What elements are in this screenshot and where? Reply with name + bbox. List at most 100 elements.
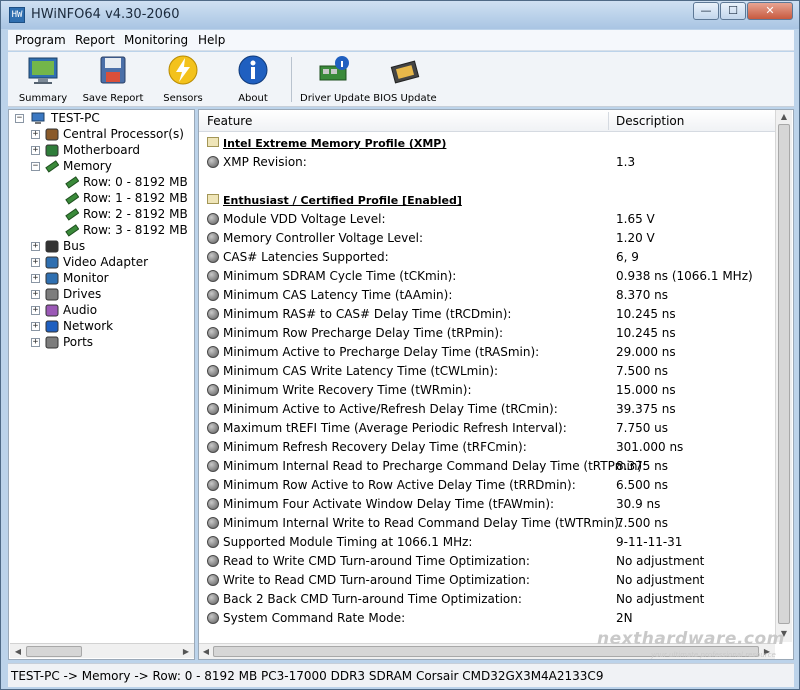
description-column-header[interactable]: Description	[616, 114, 684, 128]
table-row[interactable]: Minimum Refresh Recovery Delay Time (tRF…	[199, 438, 775, 457]
bullet-icon	[207, 498, 219, 510]
section-header-row[interactable]: Intel Extreme Memory Profile (XMP)	[199, 134, 775, 153]
bios-update-button[interactable]: BIOS Update	[372, 54, 438, 106]
table-row[interactable]: Minimum Internal Write to Read Command D…	[199, 514, 775, 533]
menu-bar: Program Report Monitoring Help	[8, 30, 794, 51]
feature-cell: Minimum Internal Read to Precharge Comma…	[223, 459, 647, 473]
bus-icon	[45, 240, 59, 253]
table-row[interactable]: Minimum RAS# to CAS# Delay Time (tRCDmin…	[199, 305, 775, 324]
description-cell: 29.000 ns	[616, 345, 676, 359]
description-cell: 0.938 ns (1066.1 MHz)	[616, 269, 753, 283]
bullet-icon	[207, 574, 219, 586]
table-row[interactable]: Memory Controller Voltage Level: 1.20 V	[199, 229, 775, 248]
tree-item-label: Row: 1 - 8192 MB	[83, 191, 188, 205]
table-row[interactable]: Supported Module Timing at 1066.1 MHz: 9-…	[199, 533, 775, 552]
driver-update-button[interactable]: Driver Update	[300, 54, 370, 106]
expand-icon[interactable]: +	[31, 274, 40, 283]
menu-help[interactable]: Help	[198, 33, 225, 47]
scroll-left-icon[interactable]: ◀	[12, 646, 24, 657]
bullet-icon	[207, 289, 219, 301]
maximize-button[interactable]: ☐	[720, 2, 746, 20]
device-tree[interactable]: − TEST-PC + Central Processor(s) + Motherbo…	[8, 109, 195, 660]
description-cell: 30.9 ns	[616, 497, 661, 511]
feature-table[interactable]: Feature Description Intel Extreme Memory…	[198, 109, 794, 660]
display-icon	[45, 272, 59, 285]
table-row[interactable]: Maximum tREFI Time (Average Periodic Ref…	[199, 419, 775, 438]
summary-button[interactable]: Summary	[14, 54, 72, 106]
table-row[interactable]: XMP Revision: 1.3	[199, 153, 775, 172]
collapse-icon[interactable]: −	[15, 114, 24, 123]
expand-icon[interactable]: +	[31, 306, 40, 315]
feature-cell: Intel Extreme Memory Profile (XMP)	[223, 137, 447, 150]
bullet-icon	[207, 384, 219, 396]
save-report-label: Save Report	[82, 93, 144, 104]
expand-icon[interactable]: +	[31, 146, 40, 155]
drives-icon	[45, 288, 59, 301]
table-vertical-scrollbar[interactable]: ▲ ▼	[775, 110, 792, 642]
tree-item-label: Ports	[63, 335, 94, 349]
bullet-icon	[207, 460, 219, 472]
tree-horizontal-scrollbar[interactable]: ◀ ▶	[10, 643, 194, 658]
table-row[interactable]: CAS# Latencies Supported: 6, 9	[199, 248, 775, 267]
feature-column-header[interactable]: Feature	[207, 114, 252, 128]
hwinfo-app-icon: HW	[9, 7, 25, 23]
memory-module-icon	[65, 208, 79, 221]
table-row[interactable]: Minimum Active to Active/Refresh Delay T…	[199, 400, 775, 419]
table-row[interactable]: Module VDD Voltage Level: 1.65 V	[199, 210, 775, 229]
tree-item-label: Network	[63, 319, 114, 333]
scroll-right-icon[interactable]: ▶	[180, 646, 192, 657]
feature-cell: Minimum Row Active to Row Active Delay T…	[223, 478, 576, 492]
save-report-button[interactable]: Save Report	[82, 54, 144, 106]
bullet-icon	[207, 555, 219, 567]
table-row[interactable]: Minimum CAS Write Latency Time (tCWLmin)…	[199, 362, 775, 381]
minimize-button[interactable]: —	[693, 2, 719, 20]
expand-icon[interactable]: +	[31, 130, 40, 139]
expand-icon[interactable]: +	[31, 322, 40, 331]
collapse-icon[interactable]: −	[31, 162, 40, 171]
description-cell: No adjustment	[616, 592, 705, 606]
table-row[interactable]: Minimum SDRAM Cycle Time (tCKmin): 0.938 …	[199, 267, 775, 286]
scroll-up-icon[interactable]: ▲	[778, 111, 790, 123]
feature-cell: Write to Read CMD Turn-around Time Optim…	[223, 573, 530, 587]
expand-icon[interactable]: +	[31, 242, 40, 251]
table-row[interactable]: Minimum Internal Read to Precharge Comma…	[199, 457, 775, 476]
table-row[interactable]	[199, 172, 775, 191]
table-row[interactable]: Minimum Row Precharge Delay Time (tRPmin…	[199, 324, 775, 343]
table-row[interactable]: Minimum Four Activate Window Delay Time …	[199, 495, 775, 514]
description-cell: 7.500 ns	[616, 364, 669, 378]
menu-monitoring[interactable]: Monitoring	[124, 33, 188, 47]
scroll-left-icon[interactable]: ◀	[200, 646, 212, 657]
expand-icon[interactable]: +	[31, 258, 40, 267]
menu-report[interactable]: Report	[75, 33, 115, 47]
table-row[interactable]: Back 2 Back CMD Turn-around Time Optimiz…	[199, 590, 775, 609]
memory-module-icon	[65, 176, 79, 189]
expand-icon[interactable]: +	[31, 290, 40, 299]
audio-icon	[45, 304, 59, 317]
close-button[interactable]: ✕	[747, 2, 793, 20]
about-button[interactable]: About	[226, 54, 280, 106]
table-row[interactable]: Write to Read CMD Turn-around Time Optim…	[199, 571, 775, 590]
feature-cell: Back 2 Back CMD Turn-around Time Optimiz…	[223, 592, 522, 606]
scroll-thumb[interactable]	[26, 646, 82, 657]
feature-cell: Minimum RAS# to CAS# Delay Time (tRCDmin…	[223, 307, 512, 321]
description-cell: 10.245 ns	[616, 326, 676, 340]
menu-program[interactable]: Program	[15, 33, 66, 47]
section-header-row[interactable]: Enthusiast / Certified Profile [Enabled]	[199, 191, 775, 210]
feature-cell: Minimum CAS Write Latency Time (tCWLmin)…	[223, 364, 499, 378]
ports-icon	[45, 336, 59, 349]
description-cell: 7.500 ns	[616, 516, 669, 530]
table-row[interactable]: Minimum Row Active to Row Active Delay T…	[199, 476, 775, 495]
bullet-icon	[207, 536, 219, 548]
info-icon	[238, 55, 268, 85]
sensors-button[interactable]: Sensors	[156, 54, 210, 106]
column-divider[interactable]	[608, 112, 609, 130]
table-row[interactable]: Minimum CAS Latency Time (tAAmin): 8.370 …	[199, 286, 775, 305]
memory-module-icon	[65, 224, 79, 237]
table-row[interactable]: System Command Rate Mode: 2N	[199, 609, 775, 628]
table-row[interactable]: Minimum Write Recovery Time (tWRmin): 15.…	[199, 381, 775, 400]
table-row[interactable]: Read to Write CMD Turn-around Time Optim…	[199, 552, 775, 571]
table-row[interactable]: Minimum Active to Precharge Delay Time (…	[199, 343, 775, 362]
title-bar[interactable]: HW HWiNFO64 v4.30-2060 — ☐ ✕	[1, 1, 799, 29]
expand-icon[interactable]: +	[31, 338, 40, 347]
vertical-scroll-thumb[interactable]	[778, 124, 790, 624]
